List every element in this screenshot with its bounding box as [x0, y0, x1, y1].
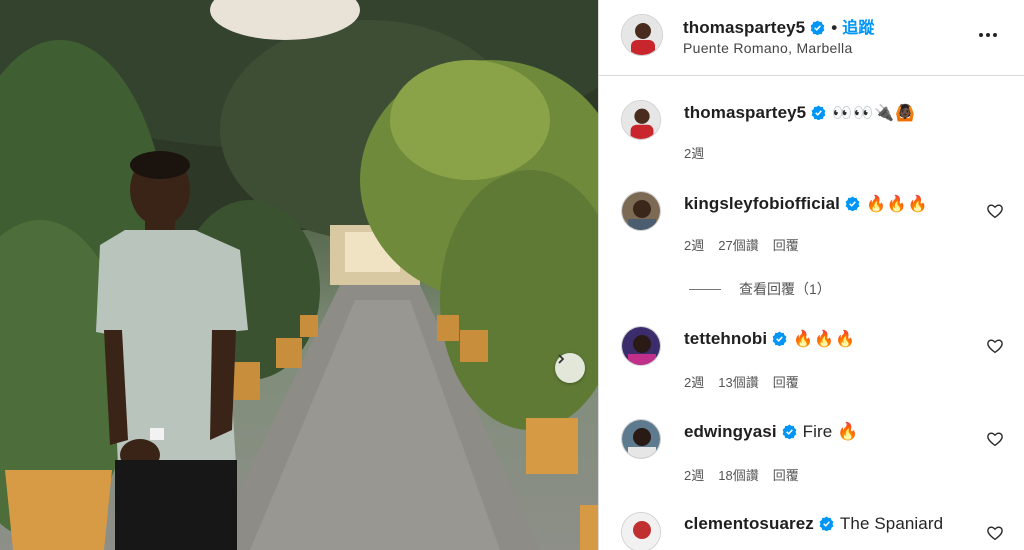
- username-link[interactable]: kingsleyfobiofficial: [684, 194, 840, 213]
- heart-outline-icon[interactable]: [986, 524, 1004, 542]
- heart-outline-icon[interactable]: [986, 430, 1004, 448]
- comment-text: 🔥🔥🔥: [865, 196, 929, 213]
- reply-button[interactable]: 回覆: [773, 235, 799, 254]
- comments-panel: thomaspartey5 • 追蹤 Puente Romano, Marbella…: [598, 0, 1024, 550]
- avatar[interactable]: [621, 191, 661, 231]
- comment-meta: 2週 13個讚 回覆: [684, 372, 799, 391]
- caption-meta: 2週: [684, 143, 704, 162]
- chevron-right-icon: [558, 354, 565, 364]
- username-link[interactable]: thomaspartey5: [684, 103, 806, 122]
- verified-badge-icon: [819, 516, 834, 531]
- comment-text: Fire 🔥: [802, 422, 859, 441]
- caption-time: 2週: [684, 146, 705, 161]
- more-options-icon: [979, 33, 983, 37]
- garden-path-image: [0, 0, 598, 550]
- like-count[interactable]: 18個讚: [718, 465, 758, 484]
- comment-author: edwingyasi Fire 🔥: [684, 422, 858, 442]
- comment-time: 2週: [684, 238, 705, 253]
- like-count[interactable]: 13個讚: [718, 372, 758, 391]
- avatar[interactable]: [621, 100, 661, 140]
- verified-badge-icon: [811, 105, 826, 120]
- comment-meta: 2週 27個讚 回覆: [684, 235, 799, 254]
- post-header: thomaspartey5 • 追蹤 Puente Romano, Marbella: [599, 0, 1024, 76]
- next-photo-button[interactable]: [555, 353, 585, 383]
- comment-author: tettehnobi 🔥🔥🔥: [684, 329, 856, 349]
- verified-badge-icon: [845, 196, 860, 211]
- caption-author: thomaspartey5 👀👀🔌🙆🏿: [684, 103, 916, 123]
- divider-line: [689, 288, 721, 290]
- avatar[interactable]: [621, 419, 661, 459]
- avatar[interactable]: [621, 14, 663, 56]
- username-link[interactable]: edwingyasi: [684, 422, 777, 441]
- follow-button[interactable]: 追蹤: [842, 20, 874, 37]
- comment-text: 🔥🔥🔥: [793, 331, 856, 348]
- username-link[interactable]: tettehnobi: [684, 329, 767, 348]
- comment-time: 2週: [684, 468, 705, 483]
- post-author: thomaspartey5 • 追蹤: [683, 14, 875, 38]
- view-replies-label: 查看回覆（1）: [739, 281, 831, 297]
- reply-button[interactable]: 回覆: [773, 372, 799, 391]
- avatar[interactable]: [621, 512, 661, 550]
- separator-dot: •: [831, 18, 838, 37]
- verified-badge-icon: [772, 331, 787, 346]
- username-link[interactable]: clementosuarez: [684, 514, 814, 533]
- comment-text: The Spaniard: [839, 514, 944, 533]
- comment-meta: 2週 18個讚 回覆: [684, 465, 799, 484]
- verified-badge-icon: [810, 20, 825, 35]
- avatar[interactable]: [621, 326, 661, 366]
- like-count[interactable]: 27個讚: [718, 235, 758, 254]
- post-photo: [0, 0, 598, 550]
- caption-text: 👀👀🔌🙆🏿: [832, 105, 916, 122]
- view-replies-button[interactable]: 查看回覆（1）: [689, 279, 831, 299]
- verified-badge-icon: [782, 424, 796, 439]
- reply-button[interactable]: 回覆: [773, 465, 799, 484]
- more-options-button[interactable]: [975, 24, 1001, 46]
- comment-time: 2週: [684, 375, 705, 390]
- location-link[interactable]: Puente Romano, Marbella: [683, 40, 853, 56]
- comment-author: clementosuarez The Spaniard: [684, 514, 943, 534]
- heart-outline-icon[interactable]: [986, 202, 1004, 220]
- heart-outline-icon[interactable]: [986, 337, 1004, 355]
- username-link[interactable]: thomaspartey5: [683, 18, 805, 37]
- comment-author: kingsleyfobiofficial 🔥🔥🔥: [684, 194, 929, 214]
